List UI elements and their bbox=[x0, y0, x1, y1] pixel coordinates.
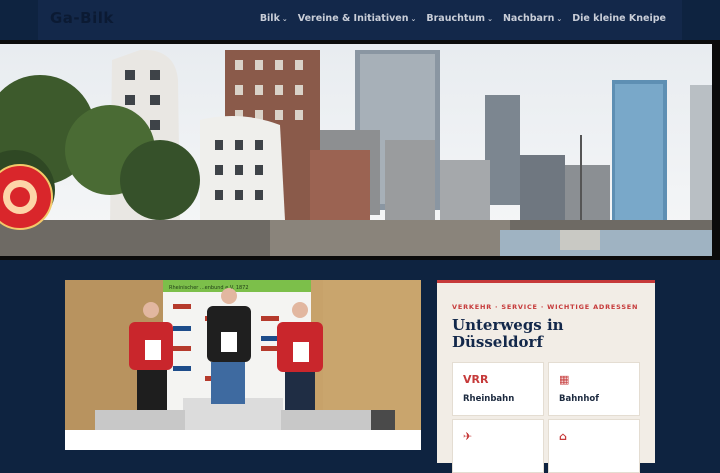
nav-item-label: Bilk bbox=[259, 13, 280, 24]
award-ceremony-photo: Rheinischer ...enbund e.V. 1872 bbox=[65, 280, 421, 430]
nav-item-label: Nachbarn bbox=[502, 13, 555, 24]
article-card[interactable] bbox=[65, 430, 421, 450]
tile-rheinbahn[interactable]: VRR Rheinbahn bbox=[452, 362, 544, 416]
nav-item-brauchtum[interactable]: Brauchtum ⌄ bbox=[426, 13, 493, 24]
vrr-logo-icon: VRR bbox=[463, 373, 489, 386]
train-station-icon: ▦ bbox=[559, 373, 570, 386]
svg-text:Rheinischer ...enbund e.V. 187: Rheinischer ...enbund e.V. 1872 bbox=[169, 285, 249, 291]
nav-item-label: Die kleine Kneipe bbox=[572, 13, 666, 24]
top-navigation-bar: Ga-Bilk Bilk ⌄ Vereine & Initiativen ⌄ B… bbox=[38, 0, 682, 41]
chevron-down-icon: ⌄ bbox=[410, 14, 417, 23]
sidebar-widget: VERKEHR · SERVICE · WICHTIGE ADRESSEN Un… bbox=[437, 280, 655, 473]
hero-banner-image bbox=[0, 40, 720, 260]
home-icon: ⌂ bbox=[559, 430, 567, 443]
chevron-down-icon: ⌄ bbox=[487, 14, 493, 23]
tile-label: Bahnhof bbox=[559, 394, 599, 404]
nav-item-nachbarn[interactable]: Nachbarn ⌄ bbox=[503, 13, 562, 24]
tile-bahnhof[interactable]: ▦ Bahnhof bbox=[548, 362, 640, 416]
chevron-down-icon: ⌄ bbox=[281, 14, 288, 23]
airplane-icon: ✈ bbox=[463, 430, 473, 443]
city-skyline-illustration bbox=[0, 44, 712, 256]
main-content: Rheinischer ...enbund e.V. 1872 VERKEHR … bbox=[0, 260, 720, 473]
featured-photo[interactable]: Rheinischer ...enbund e.V. 1872 bbox=[65, 280, 421, 430]
nav-item-bilk[interactable]: Bilk ⌄ bbox=[260, 13, 288, 24]
nav-item-label: Vereine & Initiativen bbox=[297, 13, 409, 24]
widget-title: Unterwegs in Düsseldorf bbox=[452, 316, 564, 351]
tile-airport[interactable]: ✈ bbox=[452, 419, 544, 473]
tile-label: Rheinbahn bbox=[463, 394, 515, 404]
nav-item-label: Brauchtum bbox=[426, 13, 486, 24]
main-nav: Bilk ⌄ Vereine & Initiativen ⌄ Brauchtum… bbox=[250, 13, 666, 24]
nav-item-kneipe[interactable]: Die kleine Kneipe bbox=[572, 13, 666, 24]
site-logo[interactable]: Ga-Bilk bbox=[50, 9, 114, 27]
nav-item-vereine[interactable]: Vereine & Initiativen ⌄ bbox=[298, 13, 417, 24]
tile-home[interactable]: ⌂ bbox=[548, 419, 640, 473]
chevron-down-icon: ⌄ bbox=[556, 14, 563, 23]
widget-kicker: VERKEHR · SERVICE · WICHTIGE ADRESSEN bbox=[452, 303, 639, 311]
